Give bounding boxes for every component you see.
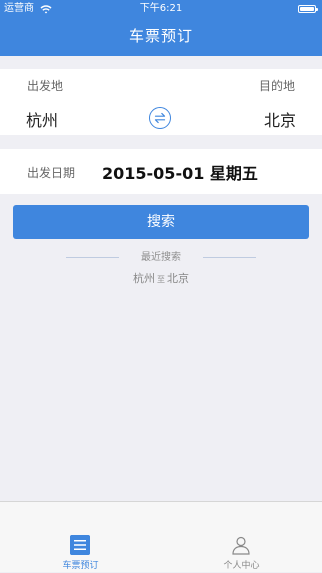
- from-city-field[interactable]: 杭州: [26, 107, 58, 131]
- tab-personal-center[interactable]: 个人中心: [161, 502, 322, 573]
- route-card: 出发地 目的地 杭州 北京: [0, 69, 322, 135]
- page-title: 车票预订: [128, 27, 193, 45]
- person-icon: [232, 536, 250, 555]
- from-label: 出发地: [27, 79, 64, 93]
- tab-label: 个人中心: [223, 561, 260, 571]
- status-time: 下午6:21: [139, 3, 183, 14]
- date-label: 出发日期: [27, 166, 76, 180]
- tab-bar: 车票预订 个人中心: [0, 501, 322, 572]
- status-bar: 运营商 下午6:21: [0, 0, 322, 18]
- swap-cities-button[interactable]: [149, 107, 171, 129]
- to-label: 目的地: [258, 79, 295, 93]
- recent-to-word: 至: [157, 275, 165, 284]
- date-card[interactable]: 出发日期 2015-05-01 星期五: [0, 149, 322, 194]
- date-value[interactable]: 2015-05-01 星期五: [102, 160, 258, 184]
- tab-label: 车票预订: [62, 561, 99, 571]
- recent-from-city: 杭州: [133, 272, 155, 285]
- to-city-field[interactable]: 北京: [264, 107, 296, 131]
- search-button[interactable]: 搜索: [13, 205, 309, 239]
- recent-to-city: 北京: [167, 272, 189, 285]
- battery-icon: [298, 5, 318, 13]
- recent-search-header: 最近搜索: [0, 248, 322, 266]
- recent-search-title: 最近搜索: [141, 252, 181, 263]
- list-icon: [70, 535, 90, 555]
- divider-right: [203, 257, 256, 258]
- tab-ticket-booking[interactable]: 车票预订: [0, 502, 161, 573]
- top-bar: 运营商 下午6:21 车票预订: [0, 0, 322, 56]
- recent-search-item[interactable]: 杭州至北京: [0, 270, 322, 286]
